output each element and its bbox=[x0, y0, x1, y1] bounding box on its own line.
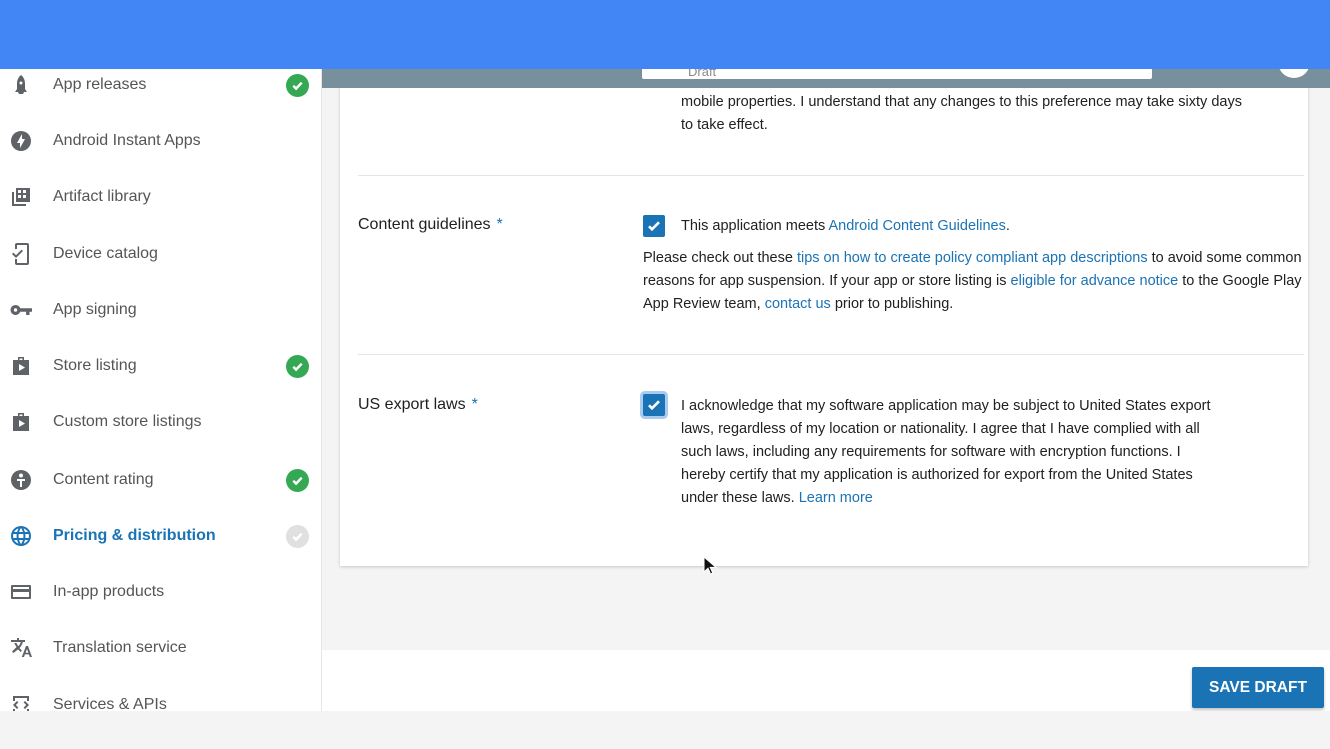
save-draft-button[interactable]: SAVE DRAFT bbox=[1192, 667, 1324, 708]
top-paragraph: mobile properties. I understand that any… bbox=[681, 91, 1281, 137]
sidebar-item-device-catalog[interactable]: Device catalog bbox=[0, 234, 322, 274]
globe-icon bbox=[8, 523, 34, 549]
us-export-laws-label-text: US export laws bbox=[358, 396, 466, 413]
content-rating-icon bbox=[8, 467, 34, 493]
code-icon bbox=[8, 692, 34, 711]
paragraph-text: prior to publishing. bbox=[830, 296, 954, 312]
policy-tips-link[interactable]: tips on how to create policy compliant a… bbox=[797, 250, 1148, 266]
advance-notice-link[interactable]: eligible for advance notice bbox=[1011, 273, 1179, 289]
sidebar-item-services-apis[interactable]: Services & APIs bbox=[0, 685, 322, 711]
status-complete-icon bbox=[286, 354, 309, 378]
required-asterisk: * bbox=[496, 216, 503, 233]
device-check-icon bbox=[8, 241, 34, 267]
grid-icon bbox=[8, 184, 34, 210]
status-incomplete-icon bbox=[286, 524, 309, 548]
top-band bbox=[0, 0, 1330, 69]
content-guidelines-paragraph: Please check out these tips on how to cr… bbox=[643, 247, 1307, 316]
checkmark-icon bbox=[648, 221, 660, 232]
main-content: mobile properties. I understand that any… bbox=[322, 0, 1330, 711]
content-guidelines-checkbox[interactable] bbox=[643, 215, 665, 237]
section-divider bbox=[358, 175, 1304, 176]
bolt-icon bbox=[8, 128, 34, 154]
mouse-cursor-icon bbox=[703, 556, 717, 575]
sidebar-item-label: Android Instant Apps bbox=[53, 132, 201, 149]
sidebar-item-label: Content rating bbox=[53, 471, 154, 488]
sidebar-item-artifact-library[interactable]: Artifact library bbox=[0, 177, 322, 217]
us-export-laws-text: I acknowledge that my software applicati… bbox=[681, 395, 1229, 510]
sidebar-item-label: Pricing & distribution bbox=[53, 527, 216, 544]
content-guidelines-check-text: This application meets Android Content G… bbox=[681, 215, 1301, 238]
content-guidelines-label-text: Content guidelines bbox=[358, 216, 491, 233]
status-complete-icon bbox=[286, 73, 309, 97]
card-icon bbox=[8, 579, 34, 605]
content-guidelines-label: Content guidelines * bbox=[358, 216, 503, 234]
sidebar-item-label: Device catalog bbox=[53, 245, 158, 262]
footer-bar: SAVE DRAFT bbox=[322, 650, 1330, 711]
sidebar-item-label: Artifact library bbox=[53, 188, 151, 205]
status-complete-icon bbox=[286, 468, 309, 492]
sidebar: App releases Android Instant Apps Artifa… bbox=[0, 0, 322, 711]
sidebar-item-translation-service[interactable]: Translation service bbox=[0, 628, 322, 668]
bottom-strip bbox=[0, 711, 1330, 749]
us-export-laws-label: US export laws * bbox=[358, 396, 478, 414]
sidebar-item-app-signing[interactable]: App signing bbox=[0, 290, 322, 330]
sidebar-item-custom-store-listings[interactable]: Custom store listings bbox=[0, 402, 322, 442]
sidebar-item-in-app-products[interactable]: In-app products bbox=[0, 572, 322, 612]
sidebar-item-label: App releases bbox=[53, 76, 147, 93]
viewport: App releases Android Instant Apps Artifa… bbox=[0, 0, 1330, 711]
sidebar-item-store-listing[interactable]: Store listing bbox=[0, 346, 322, 386]
checkmark-icon bbox=[648, 400, 660, 411]
sidebar-item-label: In-app products bbox=[53, 583, 165, 600]
learn-more-link[interactable]: Learn more bbox=[799, 490, 873, 506]
store-play-icon bbox=[8, 353, 34, 379]
store-play-icon bbox=[8, 409, 34, 435]
sidebar-item-app-releases[interactable]: App releases bbox=[0, 65, 322, 105]
android-content-guidelines-link[interactable]: Android Content Guidelines bbox=[829, 218, 1006, 234]
sidebar-item-content-rating[interactable]: Content rating bbox=[0, 460, 322, 500]
translate-icon bbox=[8, 635, 34, 661]
required-asterisk: * bbox=[471, 396, 478, 413]
top-paragraph-line: to take effect. bbox=[681, 117, 768, 133]
sidebar-item-label: Store listing bbox=[53, 357, 137, 374]
check-text-end: . bbox=[1005, 218, 1010, 234]
contact-us-link[interactable]: contact us bbox=[765, 296, 831, 312]
us-export-laws-checkbox[interactable] bbox=[643, 394, 665, 416]
sidebar-item-android-instant-apps[interactable]: Android Instant Apps bbox=[0, 121, 322, 161]
top-paragraph-line: mobile properties. I understand that any… bbox=[681, 94, 1242, 110]
sidebar-item-pricing-distribution[interactable]: Pricing & distribution bbox=[0, 516, 322, 556]
paragraph-text: I acknowledge that my software applicati… bbox=[681, 398, 1211, 506]
key-icon bbox=[8, 297, 34, 323]
sidebar-item-label: Custom store listings bbox=[53, 413, 202, 430]
paragraph-text: Please check out these bbox=[643, 250, 797, 266]
sidebar-item-label: App signing bbox=[53, 301, 137, 318]
rocket-icon bbox=[8, 72, 34, 98]
settings-card: mobile properties. I understand that any… bbox=[340, 69, 1308, 566]
section-divider bbox=[358, 354, 1304, 355]
sidebar-item-label: Translation service bbox=[53, 639, 187, 656]
check-text: This application meets bbox=[681, 218, 829, 234]
sidebar-item-label: Services & APIs bbox=[53, 696, 167, 711]
